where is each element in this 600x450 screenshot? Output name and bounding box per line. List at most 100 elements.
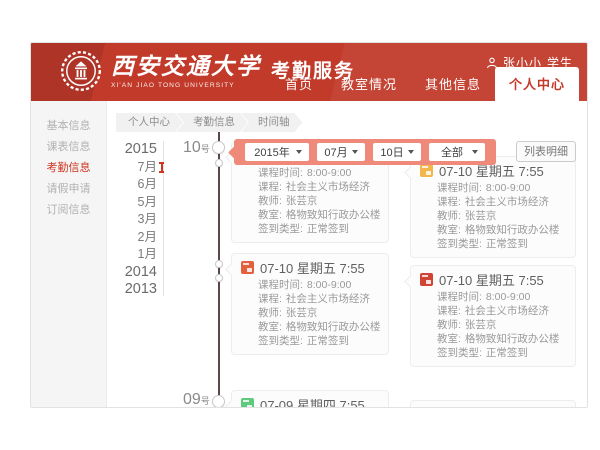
field-label: 签到类型: [258, 335, 303, 347]
field-label: 课程: [258, 293, 282, 305]
current-month-cursor [159, 162, 165, 173]
signin-type-badge-icon [241, 261, 254, 274]
field-value: 社会主义市场经济 [286, 181, 370, 193]
field-value: 张芸京 [286, 195, 318, 207]
category-select-value: 全部 [436, 144, 468, 160]
date-nav-item-6月[interactable]: 6月 [107, 176, 157, 194]
nav-item-personal-center[interactable]: 个人中心 [495, 67, 579, 101]
year-select[interactable]: 2015年 [245, 143, 309, 161]
nav-item-other-info[interactable]: 其他信息 [411, 68, 495, 101]
university-text: 西安交通大学 XI'AN JIAO TONG UNIVERSITY [111, 54, 261, 89]
sidebar: 基本信息课表信息考勤信息请假申请订阅信息 [31, 101, 107, 407]
category-select[interactable]: 全部 [429, 143, 485, 161]
field-label: 签到类型: [258, 223, 303, 235]
date-nav-item-2014[interactable]: 2014 [107, 264, 157, 282]
field-value: 张芸京 [465, 319, 497, 331]
card-title-row: 07-10 星期五 7:55 [420, 163, 565, 177]
date-nav-item-5月[interactable]: 5月 [107, 194, 157, 212]
card-field: 教室:格物致知行政办公楼 [258, 208, 378, 222]
card-field: 教师:张芸京 [437, 209, 565, 223]
card-title-row: 07-10 星期五 7:55 [420, 272, 565, 286]
field-label: 教师: [437, 319, 461, 331]
date-nav-item-2015[interactable]: 2015 [107, 141, 157, 159]
date-nav-item-2013[interactable]: 2013 [107, 281, 157, 299]
date-nav-item-7月[interactable]: 7月 [107, 159, 157, 177]
attendance-card: 07-10 星期五 7:55课程时间:8:00-9:00课程:社会主义市场经济教… [410, 156, 576, 258]
field-value: 8:00-9:00 [486, 291, 530, 303]
date-nav-item-2月[interactable]: 2月 [107, 229, 157, 247]
breadcrumb-item-attendance-info[interactable]: 考勤信息 [176, 113, 248, 132]
card-field: 教师: 张芸京 [437, 318, 565, 332]
field-value: 8:00-9:00 [307, 167, 351, 179]
card-fields: 课程时间:8:00-9:00课程:社会主义市场经济教师:张芸京教室:格物致知行政… [437, 181, 565, 251]
date-nav-item-1月[interactable]: 1月 [107, 246, 157, 264]
card-title-row: 07-09 星期四 7:55 [241, 397, 378, 408]
sidebar-item-leave-request[interactable]: 请假申请 [31, 179, 106, 200]
card-field: 教室: 格物致知行政办公楼 [437, 332, 565, 346]
day-marker-09: 09号 [183, 391, 210, 408]
timeline-node [212, 395, 225, 408]
page-background: 西安交通大学 XI'AN JIAO TONG UNIVERSITY 考勤服务 张… [0, 0, 600, 450]
timeline-node [212, 141, 225, 154]
field-label: 教室: [258, 321, 282, 333]
main-nav: 首页教室情况其他信息个人中心 [271, 67, 579, 101]
breadcrumb-item-timeline[interactable]: 时间轴 [241, 113, 303, 132]
sidebar-item-attendance-info[interactable]: 考勤信息 [31, 158, 106, 179]
nav-item-home[interactable]: 首页 [271, 68, 327, 101]
card-title-text: 07-09 星期四 7:55 [260, 395, 365, 409]
breadcrumb-item-personal-center[interactable]: 个人中心 [116, 113, 183, 132]
sidebar-item-basic-info[interactable]: 基本信息 [31, 116, 106, 137]
field-value: 格物致知行政办公楼 [465, 333, 560, 345]
date-nav: 20157月6月5月3月2月1月20142013 [107, 141, 157, 299]
signin-type-badge-icon [241, 398, 254, 409]
content-area: 个人中心考勤信息时间轴 20157月6月5月3月2月1月20142013 10号… [107, 101, 587, 407]
field-label: 课程: [258, 181, 282, 193]
card-field: 签到类型: 正常签到 [258, 222, 378, 236]
field-label: 教室: [437, 333, 461, 345]
attendance-card: 07-10 星期五 7:55课程时间:8:00-9:00课程:社会主义市场经济教… [410, 265, 576, 367]
card-field: 课程: 社会主义市场经济 [258, 292, 378, 306]
field-label: 课程: [437, 196, 461, 208]
field-value: 张芸京 [286, 307, 318, 319]
date-nav-item-3月[interactable]: 3月 [107, 211, 157, 229]
day-select-value: 10日 [380, 144, 404, 160]
card-field: 课程时间:8:00-9:00 [258, 278, 378, 292]
signin-type-badge-icon [420, 273, 433, 286]
field-value: 社会主义市场经济 [465, 196, 549, 208]
field-label: 课程: [437, 305, 461, 317]
attendance-card: 07-09 星期四 7:55课程时间:8:00-9:00课程:社会主义市场经济教… [231, 390, 389, 408]
card-field: 签到类型: 正常签到 [437, 346, 565, 360]
field-label: 签到类型: [437, 238, 482, 250]
field-label: 教师: [258, 307, 282, 319]
card-field: 课程时间:8:00-9:00 [437, 181, 565, 195]
day-select[interactable]: 10日 [373, 143, 421, 161]
list-detail-button[interactable]: 列表明细 [516, 141, 576, 162]
sidebar-item-subscription-info[interactable]: 订阅信息 [31, 200, 106, 221]
month-select-value: 07月 [324, 144, 348, 160]
nav-item-classroom-status[interactable]: 教室情况 [327, 68, 411, 101]
signin-type-badge-icon [420, 164, 433, 177]
card-notch [404, 275, 417, 288]
breadcrumb: 个人中心考勤信息时间轴 [116, 113, 303, 132]
field-value: 社会主义市场经济 [286, 293, 370, 305]
field-value: 正常签到 [307, 223, 349, 235]
field-label: 教师: [258, 195, 282, 207]
field-label: 课程时间: [258, 167, 303, 179]
field-value: 正常签到 [486, 238, 528, 250]
sidebar-item-schedule-info[interactable]: 课表信息 [31, 137, 106, 158]
field-value: 正常签到 [486, 347, 528, 359]
card-field: 课程: 社会主义市场经济 [258, 180, 378, 194]
field-label: 签到类型: [437, 347, 482, 359]
field-value: 格物致知行政办公楼 [286, 209, 381, 221]
timeline-node [215, 260, 223, 268]
field-value: 8:00-9:00 [307, 279, 351, 291]
caret-down-icon [352, 150, 358, 154]
card-title-text: 07-10 星期五 7:55 [439, 270, 544, 289]
field-label: 教室: [437, 224, 461, 236]
field-label: 课程时间: [437, 182, 482, 194]
caret-down-icon [296, 150, 302, 154]
field-value: 格物致知行政办公楼 [286, 321, 381, 333]
card-title-row: 07-10 星期五 7:55 [241, 260, 378, 274]
month-select[interactable]: 07月 [317, 143, 365, 161]
attendance-card: 07-10 星期五 7:55课程时间:8:00-9:00课程:社会主义市场经济教… [231, 253, 389, 355]
